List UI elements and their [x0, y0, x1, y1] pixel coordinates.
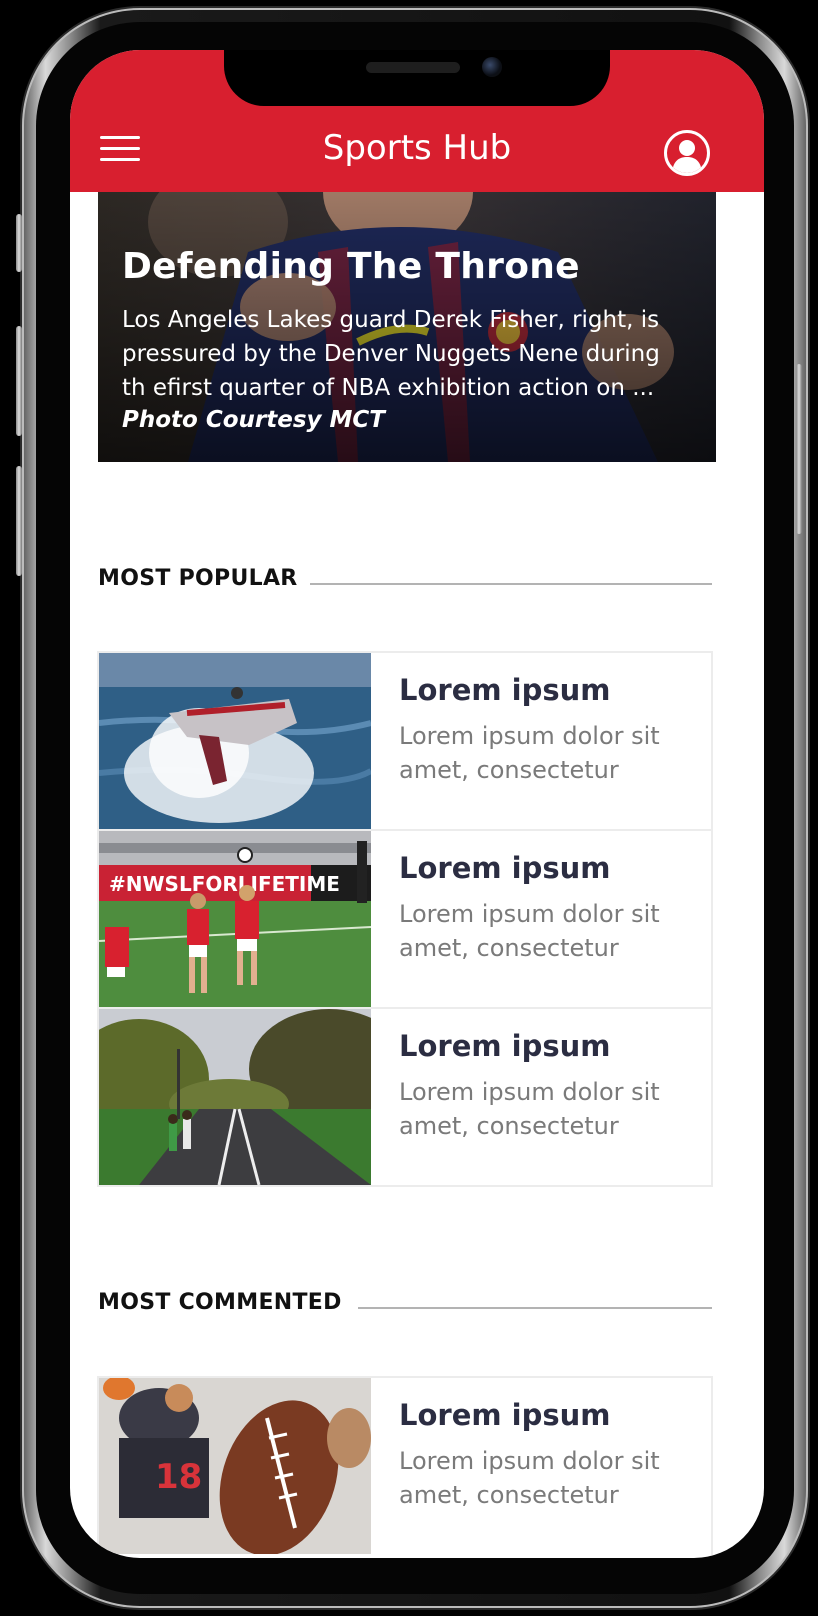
- volume-down-button: [16, 466, 22, 576]
- app-title: Sports Hub: [322, 128, 512, 168]
- svg-text:#NWSLFORLIFETIME: #NWSLFORLIFETIME: [109, 872, 340, 896]
- silent-switch: [16, 214, 22, 272]
- featured-description-line: Los Angeles Lakes guard Derek Fisher, ri…: [122, 307, 660, 333]
- volume-up-button: [16, 326, 22, 436]
- item-title: Lorem ipsum: [399, 851, 611, 885]
- list-item[interactable]: Lorem ipsum Lorem ipsum dolor sit amet, …: [99, 1009, 711, 1187]
- earpiece-speaker: [366, 62, 460, 73]
- notch: [224, 50, 610, 106]
- main-content: Defending The Throne Los Angeles Lakes g…: [70, 192, 764, 1558]
- park-road-photo: [99, 1009, 371, 1185]
- featured-story[interactable]: Defending The Throne Los Angeles Lakes g…: [98, 192, 716, 462]
- soccer-photo: #NWSLFORLIFETIME: [99, 831, 371, 1007]
- item-title: Lorem ipsum: [399, 1029, 611, 1063]
- user-profile-icon[interactable]: [664, 130, 710, 176]
- item-summary: Lorem ipsum dolor sit amet, consectetur: [399, 1447, 660, 1509]
- featured-headline: Defending The Throne: [122, 246, 580, 287]
- featured-description-line: pressured by the Denver Nuggets Nene dur…: [122, 341, 660, 367]
- front-camera: [482, 57, 502, 77]
- list-item[interactable]: Lorem ipsum Lorem ipsum dolor sit amet, …: [99, 653, 711, 831]
- item-summary: Lorem ipsum dolor sit amet, consectetur: [399, 1078, 660, 1140]
- list-item[interactable]: 18 Lorem ipsum Lorem ipsum dolor sit ame…: [99, 1378, 711, 1556]
- item-summary: Lorem ipsum dolor sit amet, consectetur: [399, 900, 660, 962]
- section-label: MOST POPULAR: [98, 566, 298, 591]
- section-divider: [310, 583, 712, 585]
- item-summary: Lorem ipsum dolor sit amet, consectetur: [399, 722, 660, 784]
- section-label: MOST COMMENTED: [98, 1290, 342, 1315]
- item-title: Lorem ipsum: [399, 1398, 611, 1432]
- list-item[interactable]: #NWSLFORLIFETIME Lorem ipsum Lorem ipsum…: [99, 831, 711, 1009]
- most-commented-heading: MOST COMMENTED: [98, 1290, 712, 1320]
- featured-description-line: th efirst quarter of NBA exhibition acti…: [122, 375, 655, 401]
- football-photo: 18: [99, 1378, 371, 1554]
- svg-text:18: 18: [155, 1457, 202, 1497]
- item-title: Lorem ipsum: [399, 673, 611, 707]
- power-button: [796, 364, 802, 534]
- section-divider: [358, 1307, 712, 1309]
- phone-screen: Sports Hub Defending The Throne Los Ange…: [70, 50, 764, 1558]
- most-commented-list: 18 Lorem ipsum Lorem ipsum dolor sit ame…: [97, 1376, 713, 1558]
- most-popular-list: Lorem ipsum Lorem ipsum dolor sit amet, …: [97, 651, 713, 1187]
- photo-credit: Photo Courtesy MCT: [122, 407, 385, 433]
- most-popular-heading: MOST POPULAR: [98, 566, 712, 596]
- jet-ski-photo: [99, 653, 371, 829]
